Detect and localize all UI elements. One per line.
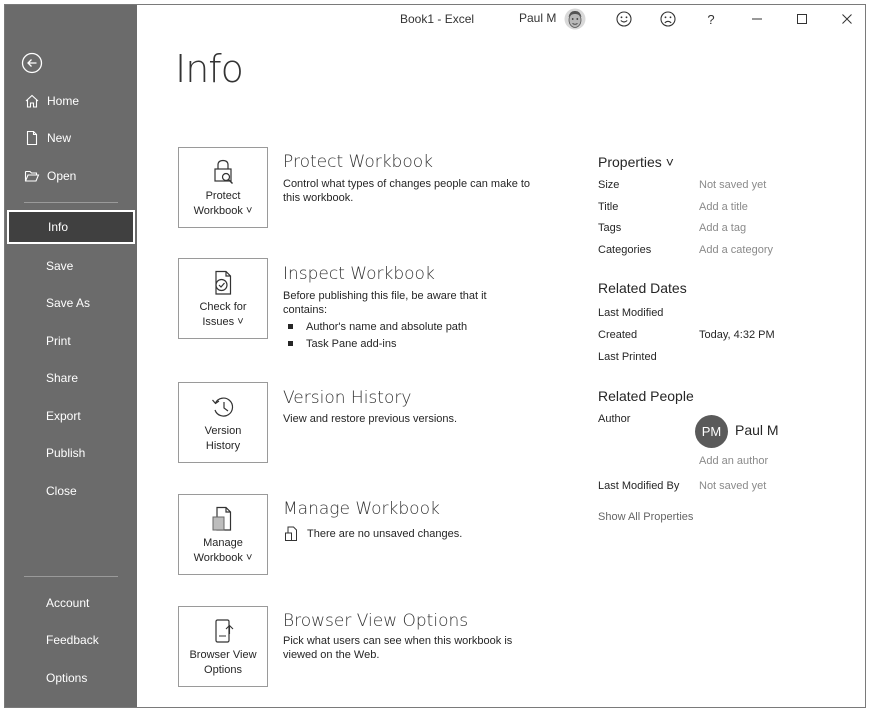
list-item: Author's name and absolute path <box>288 318 467 335</box>
user-avatar-icon[interactable] <box>564 8 586 30</box>
sidebar-item-export[interactable]: Export <box>5 399 137 433</box>
categories-field[interactable]: Add a category <box>699 244 773 256</box>
sidebar-item-publish[interactable]: Publish <box>5 436 137 470</box>
browser-view-icon <box>215 619 234 643</box>
version-history-button[interactable]: Version History <box>178 382 268 463</box>
sidebar-item-new[interactable]: New <box>5 121 137 155</box>
sidebar-item-save-as[interactable]: Save As <box>5 286 137 320</box>
window-title: Book1 - Excel <box>400 12 475 26</box>
date-row-last-modified: Last Modified <box>598 307 664 319</box>
author-name[interactable]: Paul M <box>735 422 779 438</box>
sidebar-item-print[interactable]: Print <box>5 324 137 358</box>
date-row-created: Created Today, 4:32 PM <box>598 329 775 341</box>
version-history-title: Version History <box>283 388 412 408</box>
close-icon[interactable] <box>837 9 857 29</box>
title-field[interactable]: Add a title <box>699 201 748 213</box>
backstage-sidebar: Home New Open Info Save Save As Print Sh… <box>5 5 137 707</box>
sidebar-item-options[interactable]: Options <box>5 661 137 695</box>
show-all-properties-link[interactable]: Show All Properties <box>598 511 818 531</box>
tile-label: Manage Workbook ˅ <box>193 537 253 564</box>
smile-icon[interactable] <box>614 9 634 29</box>
lock-search-icon <box>214 159 233 184</box>
list-item: Task Pane add-ins <box>288 335 467 352</box>
excel-backstage-window: Home New Open Info Save Save As Print Sh… <box>4 4 866 708</box>
help-icon[interactable]: ? <box>701 9 721 29</box>
frown-icon[interactable] <box>658 9 678 29</box>
inspect-bullet-list: Author's name and absolute path Task Pan… <box>288 318 467 352</box>
manage-workbook-description: There are no unsaved changes. <box>307 528 463 540</box>
sidebar-item-label: Info <box>48 220 69 234</box>
add-author-link[interactable]: Add an author <box>699 455 819 475</box>
tile-label: Protect Workbook ˅ <box>193 190 253 217</box>
sidebar-divider <box>24 202 118 203</box>
folder-open-icon <box>24 170 40 182</box>
minimize-icon[interactable] <box>747 9 767 29</box>
back-arrow-icon[interactable] <box>21 52 43 74</box>
property-row-tags[interactable]: Tags Add a tag <box>598 222 818 242</box>
inspect-workbook-description: Before publishing this file, be aware th… <box>283 290 487 316</box>
last-modified-by-row: Last Modified By Not saved yet <box>598 480 767 492</box>
tile-label: Version History <box>204 425 242 452</box>
sidebar-item-label: Account <box>46 596 90 610</box>
title-bar: Book1 - Excel Paul M ? <box>137 5 865 33</box>
browser-view-options-title: Browser View Options <box>283 611 469 631</box>
sidebar-item-label: Export <box>46 409 81 423</box>
sidebar-item-share[interactable]: Share <box>5 361 137 395</box>
inspect-workbook-title: Inspect Workbook <box>283 264 435 284</box>
sidebar-item-label: Home <box>47 94 80 108</box>
history-clock-icon <box>212 397 234 417</box>
sidebar-item-label: Feedback <box>46 633 99 647</box>
check-for-issues-button[interactable]: Check for Issues ˅ <box>178 258 268 339</box>
manage-workbook-button[interactable]: Manage Workbook ˅ <box>178 494 268 575</box>
sidebar-item-info[interactable]: Info <box>7 210 135 244</box>
author-avatar[interactable]: PM <box>695 415 728 448</box>
version-history-description: View and restore previous versions. <box>283 413 458 425</box>
sidebar-divider <box>24 576 118 577</box>
sidebar-item-label: Share <box>46 371 79 385</box>
sidebar-item-open[interactable]: Open <box>5 159 137 193</box>
related-dates-heading: Related Dates <box>598 280 687 296</box>
check-document-icon <box>215 270 232 295</box>
sidebar-item-feedback[interactable]: Feedback <box>5 623 137 657</box>
sidebar-item-label: Print <box>46 334 71 348</box>
browser-view-options-description: Pick what users can see when this workbo… <box>283 635 513 661</box>
property-row-size: Size Not saved yet <box>598 179 767 191</box>
sidebar-item-label: Publish <box>46 446 86 460</box>
protect-workbook-button[interactable]: Protect Workbook ˅ <box>178 147 268 228</box>
home-icon <box>25 94 39 108</box>
sidebar-item-close[interactable]: Close <box>5 474 137 508</box>
sidebar-item-home[interactable]: Home <box>5 84 137 118</box>
sidebar-item-save[interactable]: Save <box>5 249 137 283</box>
tile-label: Browser View Options <box>189 649 257 676</box>
protect-workbook-description: Control what types of changes people can… <box>283 178 531 204</box>
property-row-title[interactable]: Title Add a title <box>598 201 818 221</box>
user-name[interactable]: Paul M <box>519 11 556 25</box>
new-file-icon <box>26 130 38 146</box>
sidebar-item-label: Open <box>47 169 77 183</box>
properties-dropdown[interactable]: Properties ˅ <box>598 154 674 170</box>
tags-field[interactable]: Add a tag <box>699 222 746 234</box>
maximize-icon[interactable] <box>792 9 812 29</box>
sidebar-item-label: Options <box>46 671 88 685</box>
sidebar-item-label: Save <box>46 259 74 273</box>
sidebar-item-label: Save As <box>46 296 91 310</box>
protect-workbook-title: Protect Workbook <box>283 152 433 172</box>
sidebar-item-label: Close <box>46 484 77 498</box>
property-row-categories[interactable]: Categories Add a category <box>598 244 818 264</box>
tile-label: Check for Issues ˅ <box>199 301 247 328</box>
sidebar-item-label: New <box>47 131 72 145</box>
manage-document-icon <box>212 506 232 531</box>
manage-workbook-title: Manage Workbook <box>283 499 440 519</box>
page-title: Info <box>175 47 244 91</box>
browser-view-options-button[interactable]: Browser View Options <box>178 606 268 687</box>
no-changes-document-icon <box>285 526 297 541</box>
sidebar-item-account[interactable]: Account <box>5 586 137 620</box>
date-row-last-printed: Last Printed <box>598 351 657 363</box>
related-people-heading: Related People <box>598 388 694 404</box>
